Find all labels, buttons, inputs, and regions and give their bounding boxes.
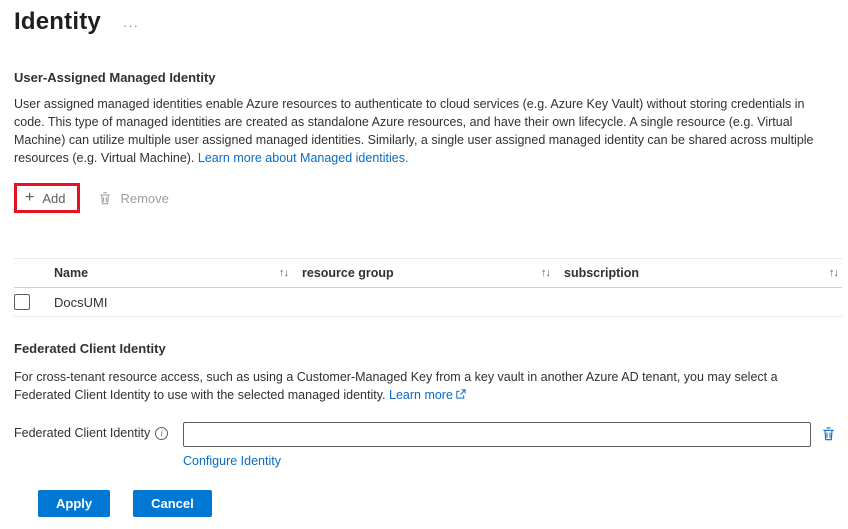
action-buttons: Apply Cancel xyxy=(38,490,836,517)
sort-icon-resource-group[interactable]: ↑↓ xyxy=(541,267,551,279)
column-header-subscription: subscription xyxy=(564,266,640,280)
fci-description: For cross-tenant resource access, such a… xyxy=(14,368,836,404)
info-icon[interactable]: i xyxy=(155,426,169,440)
uami-description-text: User assigned managed identities enable … xyxy=(14,97,814,165)
delete-fci-button[interactable] xyxy=(821,422,836,442)
plus-icon: + xyxy=(25,189,35,206)
learn-more-managed-identities-link[interactable]: Learn more about Managed identities. xyxy=(198,151,409,165)
row-select-checkbox[interactable] xyxy=(14,294,30,310)
trash-icon-blue xyxy=(821,426,836,442)
column-header-name: Name xyxy=(54,266,89,280)
page-header: Identity ··· xyxy=(14,8,836,36)
fci-learn-more-link[interactable]: Learn more xyxy=(389,388,466,402)
table-header-row: Name ↑↓ resource group ↑↓ subscription ↑… xyxy=(14,258,842,288)
uami-table: Name ↑↓ resource group ↑↓ subscription ↑… xyxy=(14,258,842,317)
page-title: Identity xyxy=(14,8,101,35)
identity-page: Identity ··· User-Assigned Managed Ident… xyxy=(0,0,848,517)
add-button-annotation-box: + Add xyxy=(14,183,81,213)
configure-identity-link[interactable]: Configure Identity xyxy=(183,454,811,468)
trash-icon xyxy=(98,191,112,206)
fci-field-label-text: Federated Client Identity xyxy=(14,426,151,440)
fci-input[interactable] xyxy=(183,422,811,447)
uami-heading: User-Assigned Managed Identity xyxy=(14,70,216,85)
remove-button[interactable]: Remove xyxy=(98,190,169,206)
apply-button[interactable]: Apply xyxy=(38,490,111,517)
fci-heading: Federated Client Identity xyxy=(14,341,166,356)
external-link-icon xyxy=(455,389,466,400)
table-row[interactable]: DocsUMI xyxy=(14,288,842,317)
uami-description: User assigned managed identities enable … xyxy=(14,95,836,167)
fci-section: Federated Client Identity For cross-tena… xyxy=(14,341,836,468)
fci-field-label: Federated Client Identity i xyxy=(14,422,183,440)
uami-toolbar: + Add Remove xyxy=(14,180,836,216)
uami-section: User-Assigned Managed Identity User assi… xyxy=(14,70,842,317)
more-options-icon[interactable]: ··· xyxy=(123,12,139,33)
column-header-resource-group: resource group xyxy=(302,266,394,280)
sort-icon-subscription[interactable]: ↑↓ xyxy=(829,267,839,279)
remove-button-label: Remove xyxy=(120,190,169,206)
fci-learn-more-label: Learn more xyxy=(389,388,453,402)
add-button-label: Add xyxy=(42,190,66,206)
identity-name-cell: DocsUMI xyxy=(54,294,108,310)
add-button[interactable]: + Add xyxy=(25,190,65,206)
fci-form-row: Federated Client Identity i Configure Id… xyxy=(14,422,836,468)
cancel-button[interactable]: Cancel xyxy=(133,490,212,517)
sort-icon-name[interactable]: ↑↓ xyxy=(279,267,289,279)
